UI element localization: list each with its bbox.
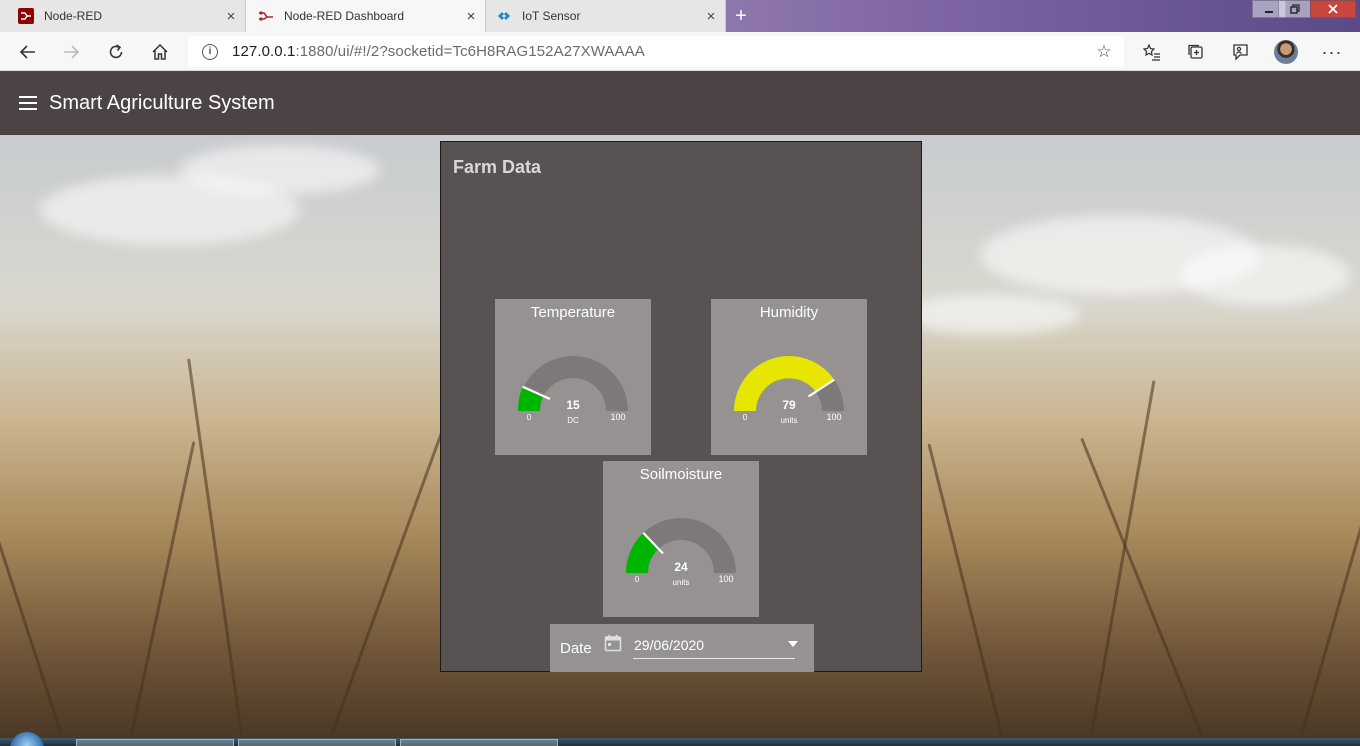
tab-title: Node-RED [44,9,103,23]
node-red-icon [18,8,34,24]
gauge-value: 79 [782,398,796,412]
taskbar-item[interactable] [400,739,558,746]
home-button[interactable] [146,38,174,66]
soilmoisture-gauge: Soilmoisture 24 units 0 100 [603,461,759,617]
more-options-icon[interactable]: ··· [1318,38,1346,66]
browser-toolbar: i 127.0.0.1:1880/ui/#!/2?socketid=Tc6H8R… [0,32,1360,71]
gauge-value: 15 [566,398,580,412]
restore-icon [1290,4,1300,14]
chevron-down-icon[interactable] [788,641,798,647]
tab-node-red-dashboard[interactable]: Node-RED Dashboard × [246,0,486,32]
menu-icon[interactable] [19,96,37,110]
tab-close-icon[interactable]: × [217,8,245,25]
reload-button[interactable] [102,38,130,66]
gauge-max: 100 [826,412,842,422]
close-window-button[interactable] [1310,0,1356,18]
tab-title: Node-RED Dashboard [284,9,405,23]
page-title: Smart Agriculture System [49,91,275,114]
date-picker: Date 29/06/2020 [550,624,814,672]
back-button[interactable] [14,38,42,66]
date-input-underline [633,658,795,659]
gauge-max: 100 [610,412,626,422]
gauge-min: 0 [526,413,532,422]
reload-icon [109,44,123,59]
gauge-dial [517,356,628,411]
temperature-gauge: Temperature 15 DC 0 100 [495,299,651,455]
tab-iot-sensor[interactable]: IoT Sensor × [486,0,726,32]
date-label: Date [560,640,592,657]
gauge-value: 24 [674,560,688,574]
gauge-max: 100 [718,574,734,584]
favorites-list-icon[interactable] [1138,38,1166,66]
restore-button[interactable] [1278,0,1312,18]
home-icon [152,43,168,60]
info-icon[interactable]: i [202,43,218,60]
feedback-icon[interactable] [1226,38,1254,66]
gauge-dial [734,356,844,411]
tab-node-red[interactable]: Node-RED × [0,0,246,32]
gauge-dial [626,518,736,573]
arrow-right-icon [64,45,80,59]
url-path: :1880/ui/#!/2?socketid=Tc6H8RAG152A27XWA… [295,43,645,60]
calendar-icon[interactable] [604,634,622,652]
group-title: Farm Data [453,157,542,177]
taskbar-item[interactable] [76,739,234,746]
favorite-star-icon[interactable]: ☆ [1092,42,1116,62]
url-text: 127.0.0.1:1880/ui/#!/2?socketid=Tc6H8RAG… [232,43,1092,60]
address-bar[interactable]: i 127.0.0.1:1880/ui/#!/2?socketid=Tc6H8R… [188,36,1124,67]
gauge-min: 0 [634,575,640,584]
browser-tab-strip: Node-RED × Node-RED Dashboard × IoT Sens… [0,0,1360,32]
tab-close-icon[interactable]: × [697,8,725,25]
tab-title: IoT Sensor [522,9,581,23]
close-icon [1328,4,1338,14]
minimize-icon [1265,11,1273,13]
farm-data-group: Farm Data Temperature 15 DC 0 100 Humidi… [440,141,922,672]
new-tab-button[interactable]: + [727,2,755,30]
dashboard-header: Smart Agriculture System [0,71,1360,135]
humidity-gauge: Humidity 79 units 0 100 [711,299,867,455]
collections-icon[interactable] [1182,38,1210,66]
forward-button[interactable] [57,38,85,66]
profile-avatar[interactable] [1274,40,1298,64]
url-host: 127.0.0.1 [232,43,296,60]
taskbar-item[interactable] [238,739,396,746]
iot-sensor-icon [496,8,512,24]
tab-close-icon[interactable]: × [457,8,485,25]
gauge-min: 0 [742,413,748,422]
node-red-dashboard-icon [258,8,274,24]
date-input[interactable]: 29/06/2020 [634,637,704,653]
arrow-left-icon [19,45,35,59]
